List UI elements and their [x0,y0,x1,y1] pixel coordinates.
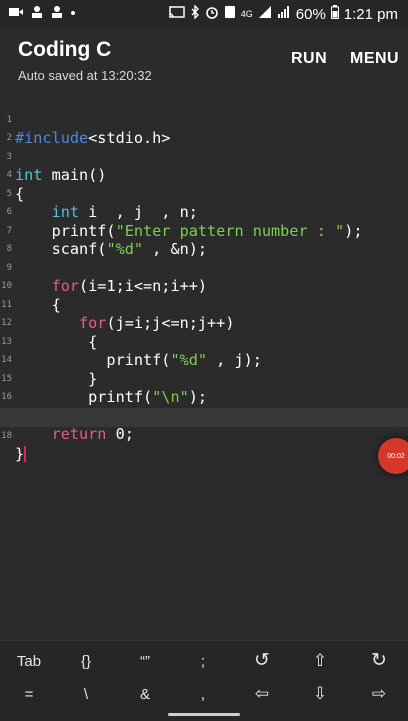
code-line: 1 #include<stdio.h> [0,92,408,148]
ampersand-key[interactable]: & [125,686,165,703]
code-line: 5 int i , j , n; [0,166,408,222]
bluetooth-icon [190,4,200,23]
video-camera-icon [8,5,24,23]
system-icons: 4G 60% 1:21 pm [169,4,398,23]
alarm-icon [205,5,219,23]
app-notification-icon [50,5,64,23]
battery-icon [330,5,339,23]
code-line: 14 } [0,333,408,388]
backslash-key[interactable]: \ [66,686,106,703]
comma-key[interactable]: , [183,686,223,703]
code-line: 7 scanf("%d" , &n); [0,203,408,259]
current-code-line: 18 } [0,408,408,463]
tab-key[interactable]: Tab [9,653,49,670]
notification-icons [8,5,76,23]
code-line: 11 for(j=i;j<=n;j++) [0,277,408,333]
undo-key[interactable]: ↺ [242,649,282,672]
arrow-left-key[interactable]: ⇦ [242,684,282,704]
arrow-down-key[interactable]: ⇩ [300,684,340,704]
app-toolbar: Coding C Auto saved at 13:20:32 RUN MENU [0,28,408,90]
app-title: Coding C [18,38,112,61]
quotes-key[interactable]: “” [125,653,165,670]
code-line: 16 } [0,370,408,425]
more-notifications-dot-icon [70,5,76,23]
text-cursor [24,446,27,462]
arrow-up-key[interactable]: ⇧ [300,651,340,671]
code-editor[interactable]: 1 #include<stdio.h> 2 3 int main() 4 { 5… [0,90,408,640]
line-number: 18 [1,430,12,441]
code-line: 13 printf("%d" , j); [0,314,408,370]
gesture-nav-handle[interactable] [168,713,240,716]
clock: 1:21 pm [343,5,398,23]
redo-key[interactable]: ↻ [359,649,399,672]
mobile-signal-icon [258,5,272,23]
autosave-status: Auto saved at 13:20:32 [18,68,152,83]
code-line: 12 { [0,296,408,351]
sim-icon [224,5,236,23]
code-line: 2 [0,111,408,143]
network-type: 4G [240,8,253,19]
code-line: 9 for(i=1;i<=n;i++) [0,240,408,296]
code-line: 15 printf("\n"); [0,351,408,407]
wifi-signal-icon [277,5,291,23]
status-bar: 4G 60% 1:21 pm [0,0,408,28]
code-line: 17 return 0; [0,388,408,444]
arrow-right-key[interactable]: ⇨ [359,684,399,704]
cast-icon [169,5,185,23]
record-timer: 00:02 [387,452,405,460]
menu-button[interactable]: MENU [350,50,399,68]
screen-record-button[interactable]: 00:02 [378,438,408,474]
equals-key[interactable]: = [9,686,49,703]
code-line: 4 { [0,148,408,203]
code-line: 3 int main() [0,129,408,185]
semicolon-key[interactable]: ; [183,653,223,670]
code-line: 10 { [0,259,408,314]
run-button[interactable]: RUN [291,50,327,68]
code-line: 8 [0,222,408,254]
code-text: } [15,445,27,463]
symbol-bar: Tab {} “” ; ↺ ⇧ ↻ = \ & , ⇦ ⇩ ⇨ [0,640,408,721]
braces-key[interactable]: {} [66,653,106,670]
battery-percentage: 60% [295,5,326,23]
app-notification-icon [30,5,44,23]
code-line: 6 printf("Enter pattern number : "); [0,185,408,240]
